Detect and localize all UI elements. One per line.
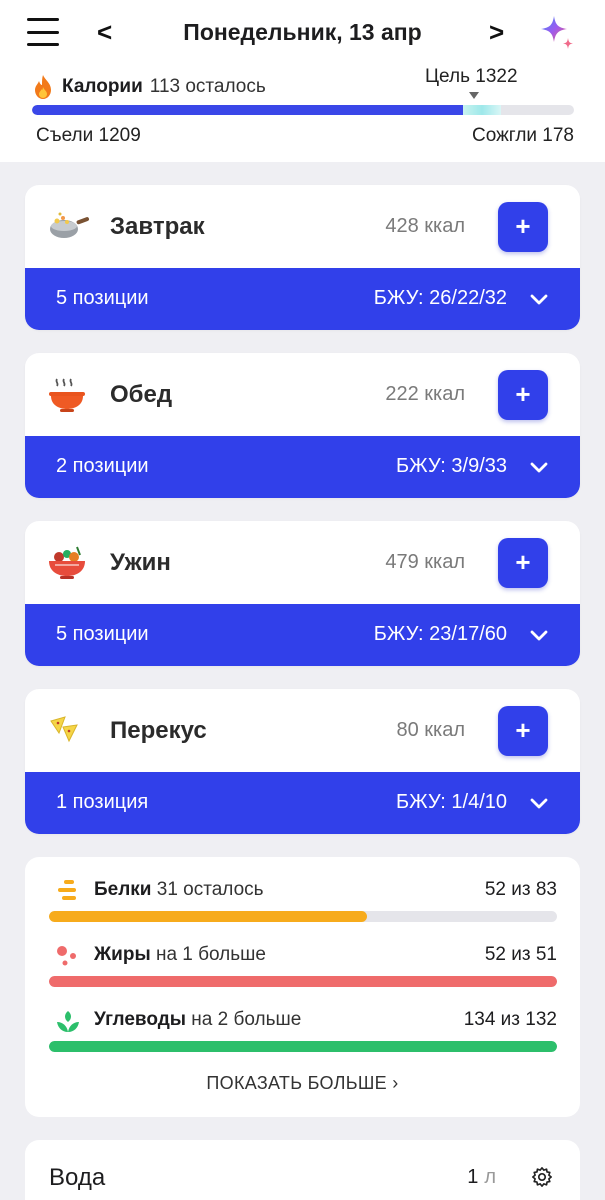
add-dinner-button[interactable]: +: [498, 538, 548, 588]
meal-kcal: 428 ккал: [385, 215, 465, 237]
calories-burned: Сожгли 178: [472, 125, 574, 146]
add-snack-button[interactable]: +: [498, 706, 548, 756]
wok-icon: [50, 212, 90, 238]
goal-marker-icon: [469, 92, 479, 99]
meal-item-count: 5 позиции: [56, 623, 149, 645]
macro-label: Углеводы на 2 больше: [94, 1009, 301, 1031]
show-more-button[interactable]: ПОКАЗАТЬ БОЛЬШЕ ›: [25, 1073, 580, 1094]
meal-details-toggle[interactable]: 5 позиции БЖУ: 23/17/60: [25, 604, 580, 666]
prev-day-button[interactable]: <: [97, 18, 112, 46]
meal-item-count: 5 позиции: [56, 287, 149, 309]
meal-kcal: 479 ккал: [385, 551, 465, 573]
meal-macros: БЖУ: 23/17/60: [373, 623, 507, 645]
header: < Понедельник, 13 апр > Калории 113 оста…: [0, 0, 605, 162]
meal-header[interactable]: Перекус 80 ккал +: [25, 689, 580, 772]
meal-macros: БЖУ: 26/22/32: [373, 287, 507, 309]
macro-name: Углеводы: [94, 1009, 186, 1030]
macro-progress-bar: [49, 1041, 557, 1052]
macro-name: Белки: [94, 879, 152, 900]
calories-eaten: Съели 1209: [36, 125, 141, 146]
meal-card-breakfast: Завтрак 428 ккал + 5 позиции БЖУ: 26/22/…: [25, 185, 580, 330]
macro-value: 134 из 132: [463, 1009, 557, 1030]
macro-label: Жиры на 1 больше: [94, 944, 266, 966]
water-unit: л: [484, 1166, 496, 1188]
macro-note: 31 осталось: [156, 879, 264, 900]
meal-macros: БЖУ: 1/4/10: [395, 791, 507, 813]
meal-name: Ужин: [110, 549, 171, 576]
meal-card-snack: Перекус 80 ккал + 1 позиция БЖУ: 1/4/10: [25, 689, 580, 834]
macro-value: 52 из 51: [484, 944, 557, 965]
add-breakfast-button[interactable]: +: [498, 202, 548, 252]
water-title: Вода: [49, 1164, 106, 1191]
macro-progress-fill: [49, 911, 368, 922]
macro-progress-fill: [49, 976, 557, 987]
calorie-progress-bar: [32, 105, 574, 115]
macro-note: на 2 больше: [191, 1009, 302, 1030]
chevron-down-icon: [530, 630, 548, 641]
meal-details-toggle[interactable]: 2 позиции БЖУ: 3/9/33: [25, 436, 580, 498]
meal-card-dinner: Ужин 479 ккал + 5 позиции БЖУ: 23/17/60: [25, 521, 580, 666]
date-title[interactable]: Понедельник, 13 апр: [150, 18, 455, 46]
macro-progress-fill: [49, 1041, 557, 1052]
meal-item-count: 2 позиции: [56, 455, 149, 477]
meal-item-count: 1 позиция: [56, 791, 149, 813]
macro-note: на 1 больше: [155, 944, 266, 965]
nachos-icon: [50, 716, 78, 743]
macro-label: Белки 31 осталось: [94, 879, 264, 901]
meal-header[interactable]: Завтрак 428 ккал +: [25, 185, 580, 268]
salad-bowl-icon: [49, 546, 85, 579]
meal-details-toggle[interactable]: 5 позиции БЖУ: 26/22/32: [25, 268, 580, 330]
macro-progress-bar: [49, 911, 557, 922]
calories-label: Калории: [62, 76, 143, 97]
flame-icon: [35, 75, 51, 99]
calorie-progress-fill: [32, 105, 469, 115]
macro-progress-bar: [49, 976, 557, 987]
meal-name: Перекус: [110, 717, 207, 744]
meal-kcal: 80 ккал: [396, 719, 465, 741]
fat-dots-icon: [57, 946, 76, 966]
add-lunch-button[interactable]: +: [498, 370, 548, 420]
gear-icon[interactable]: [531, 1166, 553, 1188]
water-amount-value: 1: [467, 1166, 479, 1188]
meal-name: Обед: [110, 381, 173, 408]
calorie-burned-fill: [463, 105, 501, 115]
soup-bowl-icon: [49, 378, 85, 412]
chevron-down-icon: [530, 294, 548, 305]
protein-bars-icon: [58, 880, 76, 900]
calories-remaining: 113 осталось: [149, 76, 266, 97]
water-amount: 1л: [467, 1166, 496, 1189]
macro-name: Жиры: [94, 944, 151, 965]
sparkle-icon[interactable]: [537, 14, 577, 54]
meal-header[interactable]: Ужин 479 ккал +: [25, 521, 580, 604]
macro-value: 52 из 83: [484, 879, 557, 900]
calories-summary: Калории 113 осталось: [32, 74, 266, 100]
meal-macros: БЖУ: 3/9/33: [395, 455, 507, 477]
meal-name: Завтрак: [110, 213, 205, 240]
chevron-down-icon: [530, 798, 548, 809]
meal-card-lunch: Обед 222 ккал + 2 позиции БЖУ: 3/9/33: [25, 353, 580, 498]
chevron-down-icon: [530, 462, 548, 473]
hamburger-icon[interactable]: [27, 16, 59, 48]
macros-card: Белки 31 осталось 52 из 83 Жиры на 1 бол…: [25, 857, 580, 1117]
water-card: Вода 1л: [25, 1140, 580, 1200]
calorie-goal: Цель 1322: [425, 66, 518, 87]
next-day-button[interactable]: >: [489, 18, 504, 46]
meal-header[interactable]: Обед 222 ккал +: [25, 353, 580, 436]
meal-kcal: 222 ккал: [385, 383, 465, 405]
carbs-leaf-icon: [57, 1011, 79, 1032]
meal-details-toggle[interactable]: 1 позиция БЖУ: 1/4/10: [25, 772, 580, 834]
